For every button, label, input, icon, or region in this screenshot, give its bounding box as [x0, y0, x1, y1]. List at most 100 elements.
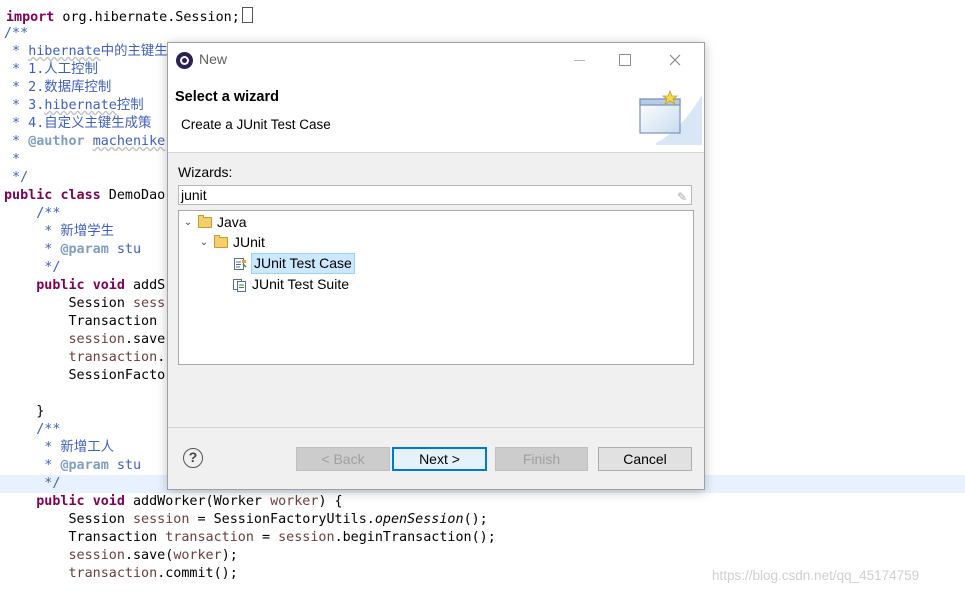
tree-item-java[interactable]: ⌄ Java [183, 213, 247, 232]
close-button[interactable] [652, 43, 698, 77]
tree-item-junit-test-suite[interactable]: JUnit Test Suite [233, 275, 349, 294]
code-token: * [4, 458, 61, 473]
eraser-icon[interactable]: ✎ [677, 188, 687, 206]
code-token: SessionFacto [4, 368, 166, 383]
code-token: 中的主键生 [100, 44, 168, 59]
help-icon[interactable]: ? [183, 448, 203, 468]
wizards-label: Wizards: [178, 164, 233, 180]
code-token: worker [173, 548, 222, 563]
code-token: */ [4, 476, 61, 491]
code-line[interactable]: import org.hibernate.Session; [0, 7, 965, 25]
code-token: * 4.自定义主键生成策 [4, 116, 152, 131]
code-token: public [4, 188, 53, 203]
chevron-down-icon[interactable]: ⌄ [183, 213, 193, 232]
minimize-button[interactable] [556, 43, 602, 77]
code-token: * 2.数据库控制 [4, 80, 112, 95]
code-token: * 1.人工控制 [4, 62, 98, 77]
back-button[interactable]: < Back [296, 447, 390, 471]
code-token: * 3. [4, 98, 45, 113]
code-token: hibernate [28, 44, 101, 59]
wizard-tree[interactable]: ⌄ Java ⌄ JUnit JUnit Test Case JUnit Tes… [178, 210, 694, 365]
finish-button[interactable]: Finish [495, 447, 588, 471]
code-token: } [4, 404, 45, 419]
chevron-down-icon[interactable]: ⌄ [199, 233, 209, 252]
tree-item-junit[interactable]: ⌄ JUnit [199, 233, 265, 252]
code-token: * [4, 44, 29, 59]
maximize-button[interactable] [602, 43, 648, 77]
code-token: void [92, 278, 125, 293]
tree-item-label: JUnit Test Suite [252, 276, 350, 292]
code-token: public [36, 278, 85, 293]
folder-open-icon [214, 235, 228, 248]
junit-test-suite-icon [233, 278, 246, 292]
code-token: stu [108, 242, 142, 257]
code-token: Transaction [4, 314, 166, 329]
code-token: = [253, 530, 279, 545]
code-token: . [157, 350, 166, 365]
code-token: import [6, 10, 55, 25]
code-line[interactable]: session.save(worker); [0, 547, 965, 565]
code-line[interactable]: public void addWorker(Worker worker) { [0, 493, 965, 511]
code-token: addWorker(Worker [124, 494, 271, 509]
code-token: */ [4, 170, 29, 185]
cancel-button[interactable]: Cancel [598, 447, 692, 471]
code-token: session [278, 530, 335, 545]
tree-item-junit-test-case[interactable]: JUnit Test Case [233, 253, 355, 274]
code-token: 控制 [116, 98, 144, 113]
next-button[interactable]: Next > [392, 447, 487, 471]
code-token: void [92, 494, 125, 509]
title-bar[interactable]: New [168, 43, 704, 77]
code-token: session [68, 332, 125, 347]
code-token: .beginTransaction(); [334, 530, 496, 545]
wizard-header: Select a wizard Create a JUnit Test Case [168, 77, 704, 153]
code-token: Session [4, 296, 133, 311]
code-token: = SessionFactoryUtils. [189, 512, 375, 527]
close-icon [669, 54, 681, 66]
tree-item-label: Java [217, 214, 247, 230]
header-title: Select a wizard [175, 89, 279, 105]
code-token: /** [4, 206, 61, 221]
code-token: sess [133, 296, 166, 311]
code-token: Session [4, 512, 133, 527]
code-line[interactable]: /** [0, 25, 965, 43]
tree-item-label: JUnit [233, 234, 265, 250]
code-token: @author [28, 134, 85, 149]
code-token: @param [60, 458, 109, 473]
code-token: .save [124, 332, 166, 347]
code-token: class [60, 188, 101, 203]
wizard-banner-icon [639, 89, 702, 145]
minimize-icon [573, 59, 585, 61]
code-token: .commit(); [157, 566, 238, 581]
code-token: session [68, 548, 125, 563]
code-token: /** [4, 422, 61, 437]
code-token: * [4, 152, 21, 167]
code-token: .save( [124, 548, 174, 563]
code-token: stu [108, 458, 142, 473]
code-line[interactable]: Transaction transaction = session.beginT… [0, 529, 965, 547]
code-token: session [133, 512, 190, 527]
caret-box-icon [241, 7, 253, 23]
code-token: openSession [374, 512, 464, 527]
wizard-filter-input[interactable]: junit ✎ [178, 185, 692, 205]
code-token: machenike [92, 134, 166, 149]
code-token: * 新增工人 [4, 440, 114, 455]
code-token: transaction [68, 350, 158, 365]
new-wizard-dialog: New Select a wizard Create a JUnit Test … [167, 42, 705, 490]
code-token: (); [463, 512, 488, 527]
button-bar-divider [168, 427, 704, 428]
code-token: org.hibernate.Session; [54, 10, 240, 25]
code-token: ) { [318, 494, 343, 509]
wizard-filter-value: junit [181, 187, 207, 203]
code-token: transaction [165, 530, 254, 545]
code-line[interactable]: Session session = SessionFactoryUtils.op… [0, 511, 965, 529]
header-description: Create a JUnit Test Case [181, 117, 331, 132]
code-token: @param [60, 242, 109, 257]
code-token: worker [270, 494, 319, 509]
